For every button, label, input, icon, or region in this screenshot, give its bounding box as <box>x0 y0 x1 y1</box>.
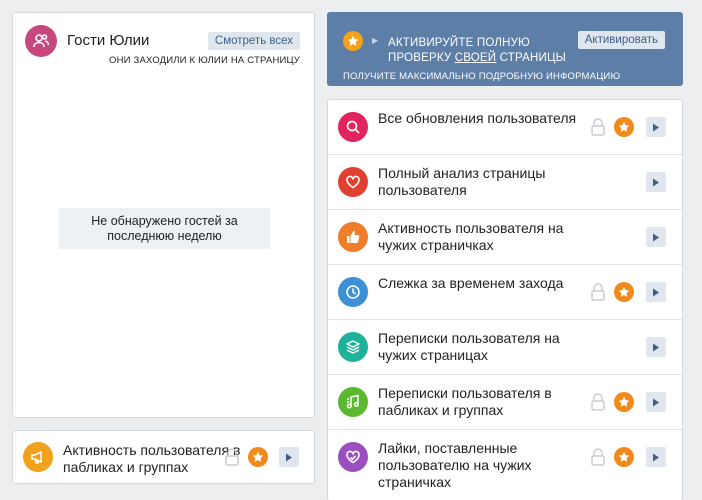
see-all-button[interactable]: Смотреть всех <box>207 32 300 50</box>
star-icon <box>343 31 363 51</box>
guests-title: Гости Юлии <box>67 32 150 49</box>
open-arrow-button[interactable] <box>646 227 666 247</box>
search-icon <box>338 112 368 142</box>
heart-icon <box>338 442 368 472</box>
feature-item-all-updates[interactable]: Все обновления пользователя <box>328 100 682 155</box>
open-arrow-button[interactable] <box>646 172 666 192</box>
banner-title-link[interactable]: СВОЕЙ <box>455 52 496 64</box>
feature-item-messages-other-pages[interactable]: Переписки пользователя на чужих страница… <box>328 320 682 375</box>
premium-star-icon <box>614 282 634 302</box>
guests-card: Гости Юлии Смотреть всех ОНИ ЗАХОДИЛИ К … <box>12 12 315 418</box>
thumbs-up-icon <box>338 222 368 252</box>
feature-item-visit-time[interactable]: Слежка за временем захода <box>328 265 682 320</box>
premium-star-icon <box>614 447 634 467</box>
open-arrow-button[interactable] <box>279 447 299 467</box>
banner-subtitle: ПОЛУЧИТЕ МАКСИМАЛЬНО ПОДРОБНУЮ ИНФОРМАЦИ… <box>343 71 621 82</box>
arrow-right-icon: ▶ <box>372 36 379 45</box>
lock-icon <box>590 447 606 467</box>
activation-banner: ▶ АКТИВИРУЙТЕ ПОЛНУЮ ПРОВЕРКУ СВОЕЙ СТРА… <box>327 12 683 86</box>
feature-label: Переписки пользователя на чужих страница… <box>378 330 560 363</box>
activate-button[interactable]: Активировать <box>577 31 665 49</box>
feature-item-page-analysis[interactable]: Полный анализ страницы пользователя <box>328 155 682 210</box>
layers-icon <box>338 332 368 362</box>
groups-activity-item[interactable]: Активность пользователя в пабликах и гру… <box>12 430 315 484</box>
open-arrow-button[interactable] <box>646 282 666 302</box>
feature-label: Активность пользователя на чужих странич… <box>378 220 564 253</box>
guests-subtitle: ОНИ ЗАХОДИЛИ К ЮЛИИ НА СТРАНИЦУ <box>108 55 300 66</box>
feature-label: Слежка за временем захода <box>378 275 564 291</box>
lock-icon <box>590 392 606 412</box>
open-arrow-button[interactable] <box>646 117 666 137</box>
feature-label: Полный анализ страницы пользователя <box>378 165 546 198</box>
guests-icon <box>25 25 57 57</box>
premium-star-icon <box>248 447 268 467</box>
heart-icon <box>338 167 368 197</box>
premium-star-icon <box>614 117 634 137</box>
open-arrow-button[interactable] <box>646 337 666 357</box>
feature-list: Все обновления пользователя Полный анали… <box>327 99 683 500</box>
feature-item-messages-groups[interactable]: Переписки пользователя в пабликах и груп… <box>328 375 682 430</box>
open-arrow-button[interactable] <box>646 447 666 467</box>
lock-icon <box>590 117 606 137</box>
clock-icon <box>338 277 368 307</box>
feature-label: Все обновления пользователя <box>378 110 577 126</box>
banner-title: АКТИВИРУЙТЕ ПОЛНУЮ ПРОВЕРКУ СВОЕЙ СТРАНИ… <box>388 36 566 66</box>
empty-guests-message: Не обнаружено гостей за последнюю неделю <box>59 208 270 249</box>
feature-item-activity-other-pages[interactable]: Активность пользователя на чужих странич… <box>328 210 682 265</box>
music-note-icon <box>338 387 368 417</box>
open-arrow-button[interactable] <box>646 392 666 412</box>
banner-title-line1: АКТИВИРУЙТЕ ПОЛНУЮ <box>388 37 530 49</box>
feature-item-likes-other-pages[interactable]: Лайки, поставленные пользователю на чужи… <box>328 430 682 500</box>
banner-title-part: СТРАНИЦЫ <box>499 52 567 64</box>
lock-icon <box>224 447 240 467</box>
banner-title-part: ПРОВЕРКУ <box>388 52 452 64</box>
feature-label: Лайки, поставленные пользователю на чужи… <box>378 440 532 490</box>
megaphone-icon <box>23 442 53 472</box>
premium-star-icon <box>614 392 634 412</box>
feature-label: Переписки пользователя в пабликах и груп… <box>378 385 552 418</box>
lock-icon <box>590 282 606 302</box>
